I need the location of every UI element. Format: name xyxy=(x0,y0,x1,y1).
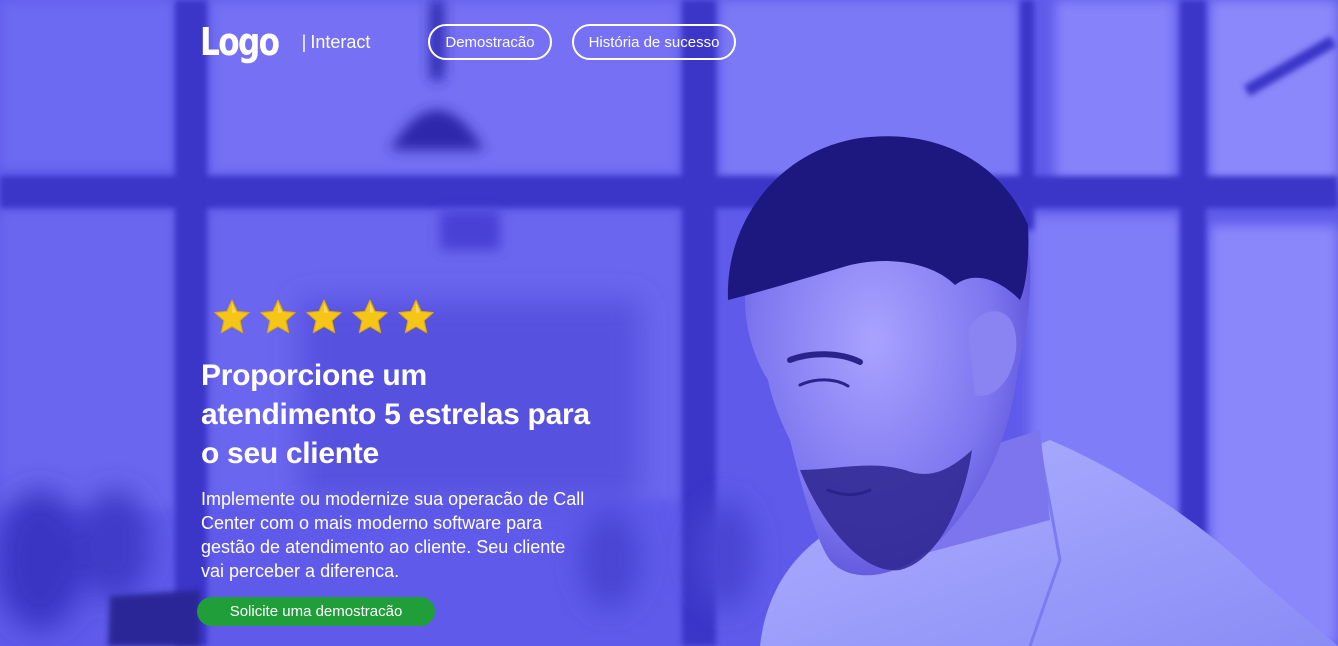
brand-separator: | xyxy=(301,31,307,52)
hero-section: Logo | Interact Demostracão História de s… xyxy=(0,0,1338,646)
demo-nav-button[interactable]: Demostracão xyxy=(428,24,552,60)
headline-line: Proporcione um xyxy=(201,359,427,392)
star-icon xyxy=(398,299,434,334)
logo[interactable]: Logo xyxy=(200,23,280,61)
top-navigation: Logo | Interact Demostracão História de s… xyxy=(200,18,756,66)
hero-description: Implemente ou modernize sua operacão de … xyxy=(201,489,585,581)
brand-name: | Interact xyxy=(302,32,371,53)
rating-stars xyxy=(211,296,621,340)
hero-content: Proporcione um atendimento 5 estrelas pa… xyxy=(197,296,621,626)
headline-line: o seu cliente xyxy=(201,437,379,470)
success-story-nav-button[interactable]: História de sucesso xyxy=(571,24,737,60)
star-icon xyxy=(306,299,342,334)
star-icon xyxy=(214,299,250,334)
star-icon xyxy=(352,299,388,334)
headline-line: atendimento 5 estrelas para xyxy=(201,398,590,431)
brand-label: Interact xyxy=(310,31,371,52)
request-demo-button[interactable]: Solicite uma demostracão xyxy=(197,597,435,626)
hero-headline: Proporcione um atendimento 5 estrelas pa… xyxy=(201,356,621,473)
star-icon xyxy=(260,299,296,334)
